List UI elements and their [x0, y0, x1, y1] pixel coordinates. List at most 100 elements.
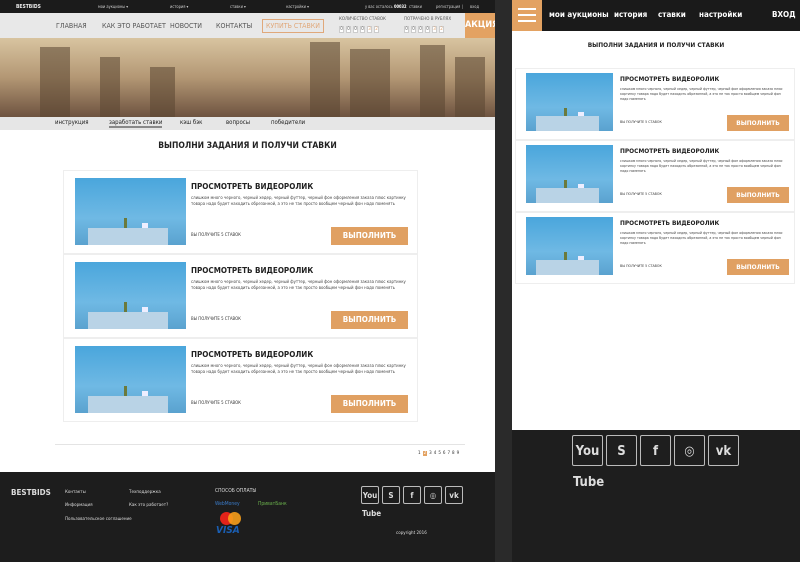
task-heading: ПРОСМОТРЕТЬ ВИДЕОРОЛИК: [191, 266, 314, 275]
page-link-active[interactable]: 2: [422, 451, 428, 456]
footer-link-how[interactable]: Как это работает?: [129, 503, 168, 508]
remaining-label: у вас осталось: [365, 4, 393, 9]
footer-logo: BESTBIDS: [11, 488, 51, 497]
login-link[interactable]: вход: [470, 4, 479, 9]
page-link[interactable]: 1: [418, 451, 421, 456]
digit: 2: [374, 26, 379, 33]
task-card: ПРОСМОТРЕТЬ ВИДЕОРОЛИК слишком много чер…: [63, 170, 418, 254]
task-description: слишком много черного, черный хедер, чер…: [191, 364, 406, 375]
task-reward: ВЫ ПОЛУЧИТЕ 5 СТАВОК: [191, 401, 241, 406]
complete-task-button[interactable]: ВЫПОЛНИТЬ: [727, 259, 789, 275]
digit: 2: [439, 26, 444, 33]
page-link[interactable]: 8: [452, 451, 455, 456]
payment-title: СПОСОБ ОПЛАТЫ: [215, 488, 257, 494]
mobile-nav: мои аукционы история ставки настройки ВХ…: [512, 0, 800, 31]
logo[interactable]: BESTBIDS: [16, 4, 41, 10]
footer-link-contacts[interactable]: Контакты: [65, 490, 86, 495]
subnav-questions[interactable]: вопросы: [226, 119, 250, 126]
task-description: слишком много черного, черный хедер, чер…: [620, 231, 783, 245]
page-link[interactable]: 4: [434, 451, 437, 456]
instagram-icon[interactable]: ◎: [674, 435, 705, 466]
task-image: [75, 262, 186, 329]
subnav-winners[interactable]: победители: [271, 119, 305, 126]
page-link[interactable]: 7: [447, 451, 450, 456]
menu-my-auctions[interactable]: мои аукционы ▾: [98, 4, 128, 9]
complete-task-button[interactable]: ВЫПОЛНИТЬ: [331, 227, 408, 245]
mobile-login[interactable]: ВХОД: [772, 10, 796, 19]
task-description: слишком много черного, черный хедер, чер…: [191, 280, 406, 291]
footer-link-agreement[interactable]: Пользовательское соглашение: [65, 517, 132, 522]
task-card: ПРОСМОТРЕТЬ ВИДЕОРОЛИК слишком много чер…: [515, 212, 795, 284]
subnav-cashback[interactable]: кэш бэк: [180, 119, 202, 126]
task-card: ПРОСМОТРЕТЬ ВИДЕОРОЛИК слишком много чер…: [515, 68, 795, 140]
task-description: слишком много черного, черный хедер, чер…: [620, 159, 783, 173]
spent-counter: 000032: [404, 26, 444, 33]
vk-icon[interactable]: vk: [708, 435, 739, 466]
bids-count-label: КОЛИЧЕСТВО СТАВОК: [339, 17, 386, 22]
nav-how-it-works[interactable]: КАК ЭТО РАБОТАЕТ: [102, 22, 166, 30]
digit: 0: [425, 26, 430, 33]
digit: 0: [404, 26, 409, 33]
task-heading: ПРОСМОТРЕТЬ ВИДЕОРОЛИК: [191, 182, 314, 191]
task-image: [526, 73, 613, 131]
menu-settings[interactable]: настройки ▾: [286, 4, 309, 9]
task-description: слишком много черного, черный хедер, чер…: [191, 196, 406, 207]
complete-task-button[interactable]: ВЫПОЛНИТЬ: [331, 395, 408, 413]
webmoney-logo: WebMoney: [215, 501, 240, 507]
facebook-icon[interactable]: f: [403, 486, 421, 504]
hero-banner-city-image: [0, 38, 495, 117]
digit: 0: [339, 26, 344, 33]
hamburger-menu-icon[interactable]: [512, 0, 542, 31]
instagram-icon[interactable]: ◎: [424, 486, 442, 504]
youtube-icon[interactable]: You Tube: [572, 435, 604, 490]
vk-icon[interactable]: vk: [445, 486, 463, 504]
main-nav: ГЛАВНАЯ КАК ЭТО РАБОТАЕТ НОВОСТИ КОНТАКТ…: [0, 13, 495, 38]
nav-news[interactable]: НОВОСТИ: [170, 22, 202, 30]
skype-icon[interactable]: S: [606, 435, 637, 466]
page-link[interactable]: 6: [443, 451, 446, 456]
copyright: copyright 2016: [396, 531, 427, 536]
page-link[interactable]: 3: [429, 451, 432, 456]
mobile-view: мои аукционы история ставки настройки ВХ…: [512, 0, 800, 562]
facebook-icon[interactable]: f: [640, 435, 671, 466]
task-reward: ВЫ ПОЛУЧИТЕ 5 СТАВОК: [620, 264, 662, 268]
complete-task-button[interactable]: ВЫПОЛНИТЬ: [331, 311, 408, 329]
buy-bids-button[interactable]: КУПИТЬ СТАВКИ: [262, 19, 324, 33]
task-card: ПРОСМОТРЕТЬ ВИДЕОРОЛИК слишком много чер…: [515, 140, 795, 212]
promo-button[interactable]: АКЦИЯ: [465, 13, 495, 38]
mobile-nav-settings[interactable]: настройки: [699, 10, 742, 19]
register-link[interactable]: регистрация: [436, 4, 460, 9]
mobile-nav-history[interactable]: история: [614, 10, 647, 19]
task-reward: ВЫ ПОЛУЧИТЕ 5 СТАВОК: [620, 192, 662, 196]
skype-icon[interactable]: S: [382, 486, 400, 504]
complete-task-button[interactable]: ВЫПОЛНИТЬ: [727, 115, 789, 131]
digit: 0: [353, 26, 358, 33]
task-reward: ВЫ ПОЛУЧИТЕ 5 СТАВОК: [620, 120, 662, 124]
mobile-page-title: ВЫПОЛНИ ЗАДАНИЯ И ПОЛУЧИ СТАВКИ: [587, 41, 725, 49]
subnav-earn-bids[interactable]: заработать ставки: [109, 119, 163, 128]
menu-history[interactable]: история ▾: [170, 4, 188, 9]
mobile-nav-my-auctions[interactable]: мои аукционы: [549, 10, 609, 19]
mobile-nav-bids[interactable]: ставки: [658, 10, 686, 19]
page-link[interactable]: 5: [438, 451, 441, 456]
subnav-instruction[interactable]: инструкция: [55, 119, 88, 126]
task-card: ПРОСМОТРЕТЬ ВИДЕОРОЛИК слишком много чер…: [63, 338, 418, 422]
youtube-icon[interactable]: You Tube: [361, 486, 381, 518]
mastercard-logo: [220, 512, 242, 526]
remaining-suffix: ставки: [409, 4, 422, 9]
digit: 0: [346, 26, 351, 33]
footer-link-support[interactable]: Техподдержка: [129, 490, 161, 495]
menu-bids[interactable]: ставки ▾: [230, 4, 246, 9]
digit: 0: [411, 26, 416, 33]
complete-task-button[interactable]: ВЫПОЛНИТЬ: [727, 187, 789, 203]
bids-counter: 000032: [339, 26, 379, 33]
nav-contacts[interactable]: КОНТАКТЫ: [216, 22, 252, 30]
nav-home[interactable]: ГЛАВНАЯ: [56, 22, 87, 30]
task-heading: ПРОСМОТРЕТЬ ВИДЕОРОЛИК: [620, 219, 720, 227]
digit: 0: [418, 26, 423, 33]
spent-label: ПОТРАЧЕНО В РУБЛЯХ: [404, 17, 452, 22]
footer-link-info[interactable]: Информация: [65, 503, 93, 508]
privatbank-logo: ПриватБанк: [258, 501, 287, 507]
page-link[interactable]: 9: [457, 451, 460, 456]
divider: [55, 444, 465, 445]
